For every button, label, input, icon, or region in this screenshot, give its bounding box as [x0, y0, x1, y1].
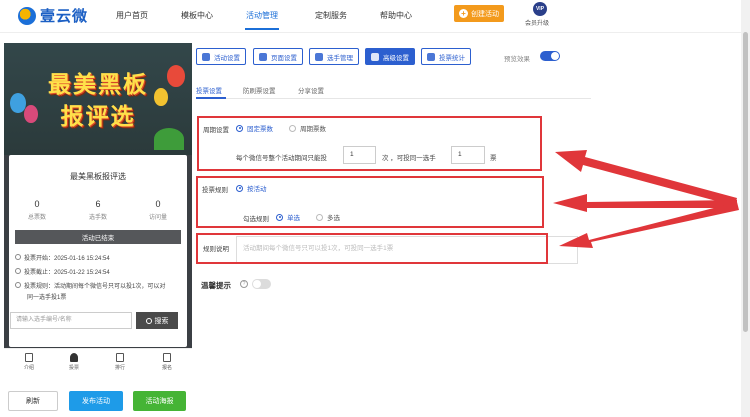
highlight-box [196, 233, 548, 264]
search-button-label: 搜索 [154, 317, 169, 325]
tab-share-settings[interactable]: 分享设置 [298, 85, 324, 95]
logo-icon [18, 6, 36, 25]
clock-icon [15, 268, 21, 274]
activity-ended-badge: 活动已结束 [15, 230, 181, 244]
tab-intro[interactable]: 介绍 [14, 353, 44, 371]
tab-vote-settings[interactable]: 投票设置 [196, 85, 222, 95]
top-header: 壹云微 用户首页 模板中心 活动管理 定制服务 帮助中心 + 创建活动 VIP … [0, 0, 750, 33]
preview-effect-toggle[interactable] [540, 51, 560, 61]
vote-rule-row-2: 同一选手投1票 [27, 292, 66, 301]
highlight-box [197, 116, 542, 171]
tab-label: 投票 [68, 365, 79, 371]
gear-icon [202, 52, 210, 61]
page-settings-button[interactable]: 页面设置 [253, 48, 303, 65]
contestant-management-button[interactable]: 选手管理 [309, 48, 359, 65]
tab-signup[interactable]: 报名 [152, 353, 182, 371]
stat-label: 访问量 [148, 215, 167, 221]
stat-visits: 0 访问量 [138, 199, 178, 221]
stat-value: 6 [95, 199, 101, 209]
contestant-search-input[interactable]: 请输入选手编号/名称 [10, 312, 132, 329]
stat-total-votes: 0 总票数 [17, 199, 57, 221]
vote-rule-text: 投票规则：活动期间每个微信号只可以投1次，可以对 [24, 284, 166, 290]
tab-anti-cheat-settings[interactable]: 防刷票设置 [243, 85, 276, 95]
page-icon [259, 52, 267, 61]
logo[interactable]: 壹云微 [18, 5, 88, 26]
tab-label: 报名 [161, 365, 172, 371]
info-icon [15, 282, 21, 288]
search-icon [145, 317, 152, 324]
tab-label: 排行 [114, 365, 125, 371]
refresh-button[interactable]: 刷新 [8, 391, 58, 411]
sliders-icon [371, 52, 379, 61]
stat-value: 0 [34, 199, 40, 209]
vote-start-text: 投票开始：2025-01-16 15:24:54 [24, 256, 110, 262]
plus-icon: + [459, 9, 468, 18]
nav-help-center[interactable]: 帮助中心 [380, 10, 412, 21]
user-icon [70, 353, 78, 362]
warm-tip-label: 温馨提示 [201, 281, 231, 290]
nav-user-home[interactable]: 用户首页 [116, 10, 148, 21]
ranking-icon [116, 353, 124, 362]
nav-template-center[interactable]: 模板中心 [181, 10, 213, 21]
scrollbar-thumb[interactable] [743, 32, 748, 332]
stat-label: 选手数 [88, 215, 107, 221]
activity-settings-button[interactable]: 活动设置 [196, 48, 246, 65]
banner-title-line1: 最美黑板 [48, 71, 148, 97]
mobile-preview: 最美黑板 报评选 最美黑板报评选 0 总票数 6 选手数 0 访问量 活动已结束… [4, 43, 192, 348]
stat-contestants: 6 选手数 [78, 199, 118, 221]
vote-end-row: 投票截止：2025-01-22 15:24:54 [15, 267, 110, 276]
stat-label: 总票数 [27, 215, 46, 221]
create-activity-label: 创建活动 [471, 10, 499, 18]
page: 壹云微 用户首页 模板中心 活动管理 定制服务 帮助中心 + 创建活动 VIP … [0, 0, 750, 417]
stat-value: 0 [155, 199, 161, 209]
nav-custom-service[interactable]: 定制服务 [315, 10, 347, 21]
toolbar-label: 高级设置 [383, 54, 409, 62]
logo-text: 壹云微 [40, 8, 89, 25]
subtab-divider [196, 98, 591, 99]
toolbar-label: 页面设置 [271, 54, 297, 62]
chart-icon [427, 52, 435, 61]
subtab-active-underline [196, 97, 226, 99]
publish-activity-button[interactable]: 发布活动 [69, 391, 123, 411]
preview-effect-label: 预览效果 [504, 56, 530, 63]
activity-banner: 最美黑板 报评选 [4, 43, 192, 155]
warm-tip-toggle[interactable] [252, 279, 271, 289]
clock-icon [15, 254, 21, 260]
arrows-annotation [553, 150, 739, 248]
intro-icon [25, 353, 33, 362]
preview-tabbar: 介绍 投票 排行 报名 [4, 348, 192, 374]
vote-end-text: 投票截止：2025-01-22 15:24:54 [24, 270, 110, 276]
vote-rule-row: 投票规则：活动期间每个微信号只可以投1次，可以对 [15, 281, 165, 290]
vip-upgrade-link[interactable]: 会员升级 [525, 18, 549, 27]
tab-vote[interactable]: 投票 [59, 353, 89, 371]
tab-label: 介绍 [23, 365, 34, 371]
users-icon [315, 52, 323, 61]
vote-statistics-button[interactable]: 投票统计 [421, 48, 471, 65]
activity-poster-button[interactable]: 活动海报 [133, 391, 186, 411]
signup-icon [163, 353, 171, 362]
vote-start-row: 投票开始：2025-01-16 15:24:54 [15, 253, 110, 262]
create-activity-button[interactable]: + 创建活动 [454, 5, 504, 22]
vip-icon[interactable]: VIP [533, 2, 547, 16]
vote-rule-text-2: 同一选手投1票 [27, 295, 67, 301]
tree-icon [154, 128, 184, 150]
activity-title: 最美黑板报评选 [70, 172, 126, 181]
toolbar-label: 投票统计 [439, 54, 465, 62]
search-button[interactable]: 搜索 [136, 312, 178, 329]
nav-active-underline [245, 28, 279, 30]
help-icon[interactable]: ? [240, 280, 248, 288]
nav-activity-management[interactable]: 活动管理 [246, 10, 278, 21]
highlight-box [196, 176, 544, 228]
toolbar-label: 选手管理 [327, 54, 353, 62]
toolbar-label: 活动设置 [214, 54, 240, 62]
tab-ranking[interactable]: 排行 [105, 353, 135, 371]
advanced-settings-button[interactable]: 高级设置 [365, 48, 415, 65]
banner-title-line2: 报评选 [60, 103, 136, 129]
